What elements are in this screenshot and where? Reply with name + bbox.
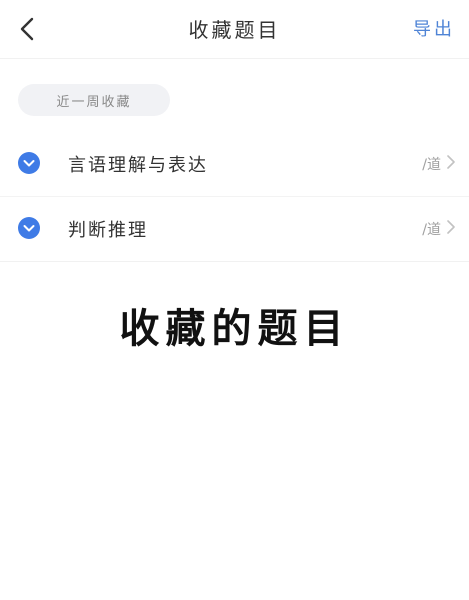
category-row-reasoning[interactable]: 判断推理 /道 xyxy=(0,196,469,261)
caption-text: 收藏的题目 xyxy=(119,306,350,352)
check-icon xyxy=(23,225,35,232)
chevron-right-icon xyxy=(447,220,455,234)
filter-chip-last-week[interactable]: 近一周收藏 xyxy=(18,84,170,116)
check-icon xyxy=(23,160,35,167)
page-title: 收藏题目 xyxy=(188,18,281,42)
check-circle-icon[interactable] xyxy=(18,152,40,174)
question-count: /道 xyxy=(422,157,441,173)
question-count: /道 xyxy=(422,222,441,238)
favorites-screen: 收藏题目 导出 近一周收藏 言语理解与表达 /道 判断推理 /道 收藏的题目 xyxy=(0,0,469,600)
chevron-right-icon xyxy=(447,155,455,169)
nav-header: 收藏题目 导出 xyxy=(0,0,469,59)
export-button[interactable]: 导出 xyxy=(413,15,455,41)
category-label: 判断推理 xyxy=(68,220,148,241)
check-circle-icon[interactable] xyxy=(18,217,40,239)
category-row-verbal[interactable]: 言语理解与表达 /道 xyxy=(0,132,469,196)
category-label: 言语理解与表达 xyxy=(68,155,208,176)
list-divider xyxy=(0,261,469,262)
